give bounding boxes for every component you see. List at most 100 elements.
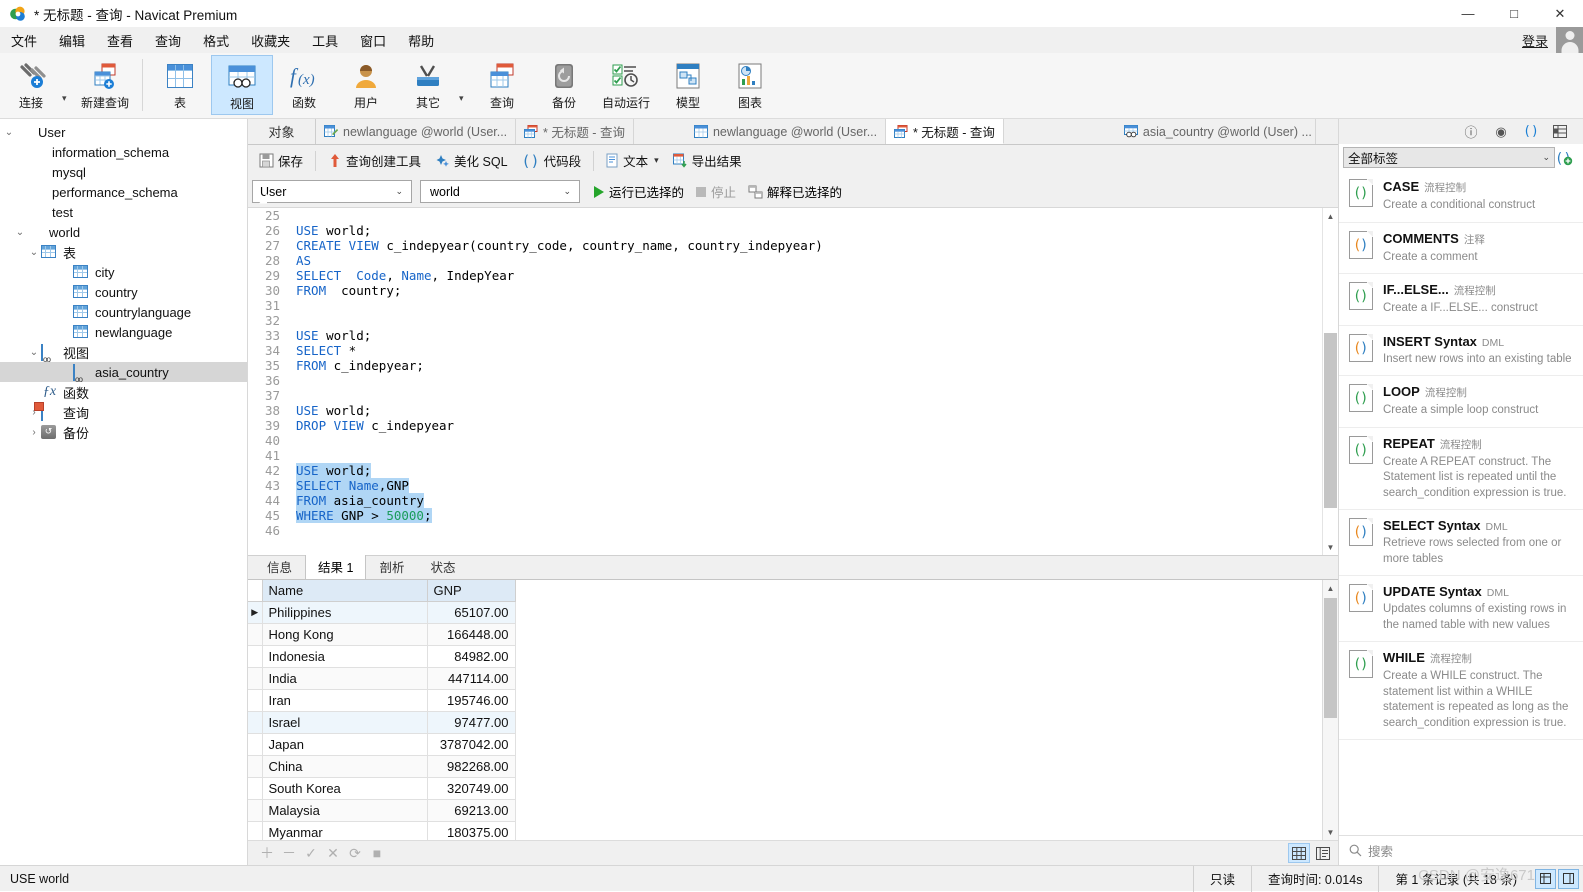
tree-node-mysql[interactable]: mysql <box>0 162 247 182</box>
row-marker[interactable] <box>248 798 263 822</box>
object-tree-sidebar[interactable]: ⌄ User information_schema mysql performa… <box>0 119 248 865</box>
row-marker[interactable] <box>248 666 263 690</box>
toolbar-other-button[interactable]: 其它 <box>397 55 459 115</box>
code-line[interactable]: SELECT Name,GNP <box>296 478 1322 493</box>
scrollbar-thumb[interactable] <box>1324 333 1337 508</box>
snippet-search-box[interactable]: 搜索 <box>1339 835 1583 865</box>
row-marker[interactable] <box>248 732 263 756</box>
table-row[interactable]: Myanmar 180375.00 <box>248 820 516 841</box>
code-line[interactable]: WHERE GNP > 50000; <box>296 508 1322 523</box>
cell-name[interactable]: Myanmar <box>261 820 428 841</box>
toolbar-automation-button[interactable]: 自动运行 <box>595 55 657 115</box>
code-snippet-icon[interactable]: () <box>1523 124 1539 139</box>
tab-untitled-query-1[interactable]: * 无标题 - 查询 <box>516 119 634 144</box>
code-line[interactable]: CREATE VIEW c_indepyear(country_code, co… <box>296 238 1322 253</box>
tree-node-functions[interactable]: ƒx 函数 <box>0 382 247 402</box>
row-marker[interactable]: ▶ <box>248 600 263 624</box>
result-table[interactable]: Name GNP ▶ Philippines 65107.00 Hong Kong 16… <box>248 580 516 841</box>
cell-name[interactable]: India <box>261 666 428 690</box>
chevron-down-icon[interactable]: ⌄ <box>1542 152 1550 163</box>
code-line[interactable]: FROM c_indepyear; <box>296 358 1322 373</box>
tab-newlanguage-view[interactable]: newlanguage @world (User... <box>686 119 886 144</box>
tree-node-views-folder[interactable]: ⌄ 视图 <box>0 342 247 362</box>
result-grid-area[interactable]: Name GNP ▶ Philippines 65107.00 Hong Kong 16… <box>248 579 1338 841</box>
tree-node-newlanguage[interactable]: newlanguage <box>0 322 247 342</box>
code-line[interactable]: DROP VIEW c_indepyear <box>296 418 1322 433</box>
code-snippet-button[interactable]: () 代码段 <box>515 149 589 172</box>
row-marker[interactable] <box>248 754 263 778</box>
grid-view-toggle[interactable] <box>1288 843 1310 864</box>
code-line[interactable] <box>296 388 1322 403</box>
refresh-icon[interactable]: ⟳ <box>344 843 366 863</box>
snippet-item[interactable]: () COMMENTS 注释 Create a comment <box>1339 223 1583 275</box>
sql-code[interactable]: USE world; CREATE VIEW c_indepyear(countr… <box>288 208 1322 555</box>
menu-help[interactable]: 帮助 <box>397 28 445 53</box>
table-row[interactable]: Malaysia 69213.00 <box>248 798 516 822</box>
cell-gnp[interactable]: 180375.00 <box>426 820 516 841</box>
toolbar-query-button[interactable]: 查询 <box>471 55 533 115</box>
minimize-button[interactable]: — <box>1445 0 1491 27</box>
result-tab-info[interactable]: 信息 <box>254 554 305 579</box>
menu-edit[interactable]: 编辑 <box>48 28 96 53</box>
maximize-button[interactable]: □ <box>1491 0 1537 27</box>
other-chevron-down-icon[interactable]: ▾ <box>459 93 471 104</box>
tab-newlanguage-edit[interactable]: newlanguage @world (User... <box>316 119 516 144</box>
connection-chevron-down-icon[interactable]: ▾ <box>62 93 74 104</box>
cell-gnp[interactable]: 166448.00 <box>426 622 516 646</box>
code-line[interactable]: USE world; <box>296 328 1322 343</box>
row-marker[interactable] <box>248 820 263 841</box>
cell-gnp[interactable]: 195746.00 <box>426 688 516 712</box>
menu-view[interactable]: 查看 <box>96 28 144 53</box>
remove-record-icon[interactable]: － <box>278 843 300 863</box>
code-line[interactable] <box>296 208 1322 223</box>
tree-node-information-schema[interactable]: information_schema <box>0 142 247 162</box>
chevron-down-icon[interactable]: ⌄ <box>2 127 16 138</box>
code-line[interactable]: SELECT * <box>296 343 1322 358</box>
status-grid-button[interactable] <box>1535 868 1556 889</box>
code-line[interactable]: USE world; <box>296 463 1322 478</box>
table-row[interactable]: Israel 97477.00 <box>248 710 516 734</box>
cell-gnp[interactable]: 3787042.00 <box>426 732 516 756</box>
menu-format[interactable]: 格式 <box>192 28 240 53</box>
database-select[interactable]: world ⌄ <box>420 180 580 203</box>
cell-gnp[interactable]: 447114.00 <box>426 666 516 690</box>
beautify-sql-button[interactable]: 美化 SQL <box>428 149 515 172</box>
run-selected-button[interactable]: 运行已选择的 <box>588 180 690 203</box>
cell-gnp[interactable]: 69213.00 <box>426 798 516 822</box>
snippet-item[interactable]: () IF...ELSE... 流程控制 Create a IF...ELSE... … <box>1339 274 1583 326</box>
cell-name[interactable]: Iran <box>261 688 428 712</box>
code-line[interactable]: SELECT Code, Name, IndepYear <box>296 268 1322 283</box>
result-vertical-scrollbar[interactable]: ▲ ▼ <box>1322 580 1338 841</box>
table-row[interactable]: Indonesia 84982.00 <box>248 644 516 668</box>
preview-icon[interactable]: ◉ <box>1493 124 1509 140</box>
menu-file[interactable]: 文件 <box>0 28 48 53</box>
toolbar-user-button[interactable]: 用户 <box>335 55 397 115</box>
cell-name[interactable]: Malaysia <box>261 798 428 822</box>
column-header-gnp[interactable]: GNP <box>426 580 516 602</box>
row-marker[interactable] <box>248 776 263 800</box>
code-line[interactable] <box>296 523 1322 538</box>
scroll-up-icon[interactable]: ▲ <box>1323 208 1338 224</box>
chevron-down-icon[interactable]: ⌄ <box>558 186 576 197</box>
tree-node-asia-country[interactable]: asia_country <box>0 362 247 382</box>
toolbar-table-button[interactable]: 表 <box>149 55 211 115</box>
form-view-toggle[interactable] <box>1312 843 1334 863</box>
tree-node-city[interactable]: city <box>0 262 247 282</box>
toolbar-view-button[interactable]: 视图 <box>211 55 273 115</box>
chevron-down-icon[interactable]: ⌄ <box>27 247 41 258</box>
snippet-list[interactable]: () CASE 流程控制 Create a conditional construct… <box>1339 171 1583 835</box>
tab-asia-country[interactable]: asia_country @world (User) ... <box>1116 119 1316 144</box>
cell-gnp[interactable]: 982268.00 <box>426 754 516 778</box>
scroll-down-icon[interactable]: ▼ <box>1323 539 1338 555</box>
table-row[interactable]: India 447114.00 <box>248 666 516 690</box>
tree-node-tables-folder[interactable]: ⌄ 表 <box>0 242 247 262</box>
snippet-tag-select[interactable]: 全部标签 ⌄ <box>1343 147 1555 168</box>
cell-gnp[interactable]: 97477.00 <box>426 710 516 734</box>
row-marker[interactable] <box>248 710 263 734</box>
tree-node-queries[interactable]: › 查询 <box>0 402 247 422</box>
menu-favorites[interactable]: 收藏夹 <box>240 28 301 53</box>
tree-node-user[interactable]: ⌄ User <box>0 122 247 142</box>
cell-name[interactable]: Indonesia <box>261 644 428 668</box>
close-button[interactable]: ✕ <box>1537 0 1583 27</box>
query-builder-button[interactable]: 查询创建工具 <box>321 149 428 172</box>
